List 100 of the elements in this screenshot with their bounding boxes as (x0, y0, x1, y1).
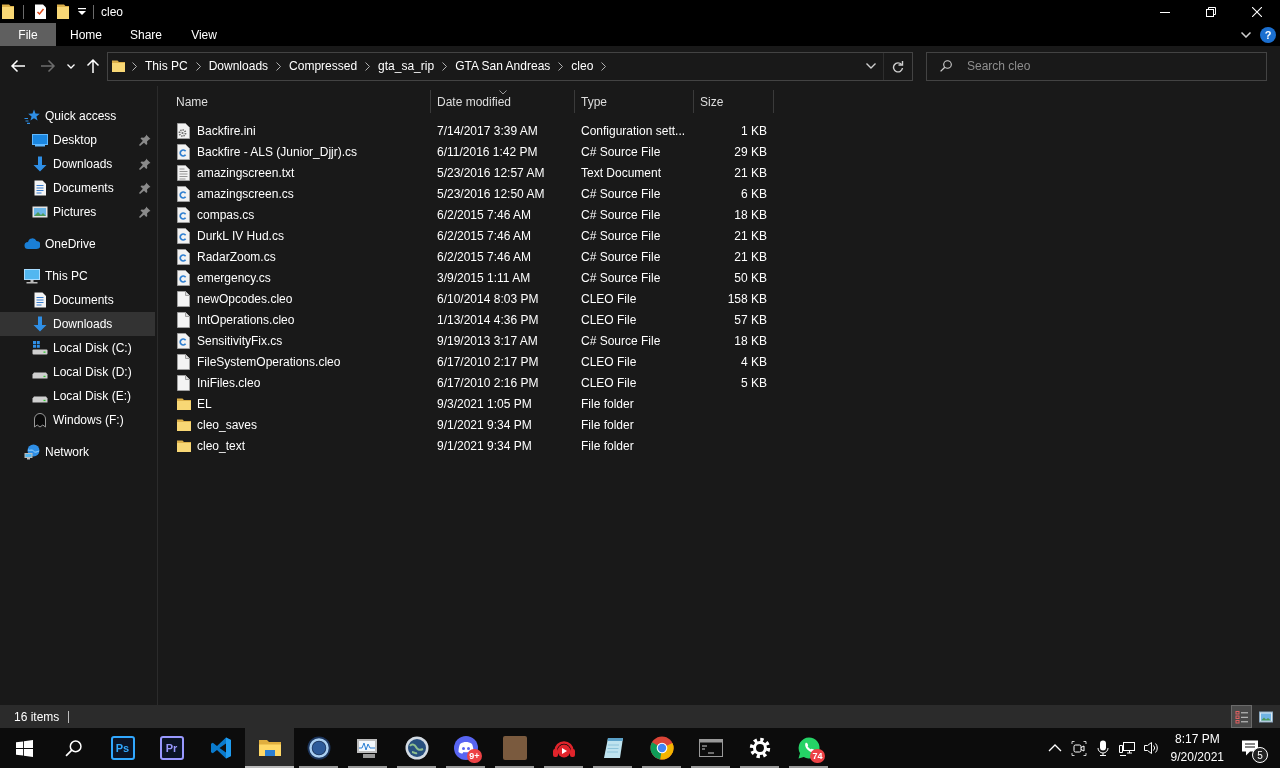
file-name[interactable]: DurkL IV Hud.cs (197, 228, 284, 243)
globe-icon (404, 736, 429, 760)
file-icon (177, 353, 190, 370)
settings-file-icon (177, 122, 190, 139)
file-name[interactable]: emergency.cs (197, 270, 271, 285)
file-name[interactable]: cleo_text (197, 438, 246, 453)
sidebar-item[interactable]: Windows (F:) (0, 408, 155, 432)
file-name[interactable]: cleo_saves (197, 417, 258, 432)
file-type: C# Source File (581, 270, 661, 285)
file-type: CLEO File (581, 291, 637, 306)
column-header[interactable]: Name (169, 90, 431, 113)
search-field[interactable]: Search cleo (926, 51, 1267, 81)
file-name[interactable]: Backfire.ini (197, 123, 256, 138)
column-header[interactable]: Type (575, 90, 694, 113)
sidebar-item[interactable]: Documents (0, 176, 155, 200)
taskbar-button[interactable]: 74 (784, 728, 833, 768)
file-name[interactable]: SensitivityFix.cs (197, 333, 283, 348)
file-type: C# Source File (581, 207, 661, 222)
file-size: 18 KB (734, 207, 767, 222)
search-icon (65, 739, 82, 757)
code-file-icon (177, 269, 190, 286)
file-name[interactable]: compas.cs (197, 207, 255, 222)
date-modified: 9/3/2021 1:05 PM (437, 396, 532, 411)
sidebar-item[interactable]: Documents (0, 288, 155, 312)
breadcrumb[interactable]: gta_sa_rip (374, 53, 439, 79)
sidebar-item[interactable]: Downloads (0, 312, 155, 336)
breadcrumb[interactable]: Compressed (285, 53, 362, 79)
date-modified: 3/9/2015 1:11 AM (437, 270, 531, 285)
taskbar-button[interactable] (245, 728, 294, 768)
column-header[interactable]: Size (694, 90, 774, 113)
sidebar-item[interactable]: Local Disk (C:) (0, 336, 155, 360)
file-size: 21 KB (734, 228, 767, 243)
close-icon (1252, 6, 1262, 17)
file-name[interactable]: EL (197, 396, 212, 411)
file-name[interactable]: RadarZoom.cs (197, 249, 276, 264)
file-name[interactable]: IntOperations.cleo (197, 312, 295, 327)
folder-icon (177, 417, 191, 432)
folder-icon[interactable] (2, 4, 14, 19)
settings-icon (747, 736, 772, 760)
clock-button[interactable]: 8:17 PM 9/20/2021 (1164, 730, 1230, 766)
search-icon (940, 60, 952, 72)
ribbon-tab[interactable]: Share (116, 23, 177, 46)
ghost-icon (32, 412, 48, 428)
file-size: 5 KB (741, 375, 767, 390)
address-bar[interactable]: This PC Downloads Compressed gta_sa_rip GTA San Andreas cleo (107, 51, 913, 81)
file-name[interactable]: amazingscreen.cs (197, 186, 294, 201)
file-type: CLEO File (581, 354, 637, 369)
file-type: Configuration sett... (581, 123, 686, 138)
chevron-right-icon (132, 61, 137, 71)
date-modified: 9/19/2013 3:17 AM (437, 333, 538, 348)
ribbon-tab[interactable]: File (0, 23, 56, 46)
folder-icon (177, 438, 191, 453)
microphone-icon[interactable] (1094, 740, 1111, 756)
sidebar-item[interactable]: Desktop (0, 128, 155, 152)
video-camera-icon[interactable] (1070, 740, 1087, 756)
file-name[interactable]: Backfire - ALS (Junior_Djjr).cs (197, 144, 358, 159)
file-name[interactable]: IniFiles.cleo (197, 375, 261, 390)
ribbon-tab[interactable]: Home (56, 23, 116, 46)
sidebar-item[interactable]: OneDrive (0, 232, 155, 256)
dropdown-icon[interactable] (78, 7, 86, 16)
file-name[interactable]: FileSystemOperations.cleo (197, 354, 341, 369)
sidebar-item[interactable]: Local Disk (E:) (0, 384, 155, 408)
folder-icon[interactable] (57, 4, 69, 19)
drive-icon (32, 371, 48, 379)
file-type: CLEO File (581, 375, 637, 390)
column-header[interactable]: Date modified (431, 90, 575, 113)
details-view-button[interactable] (1231, 705, 1252, 728)
file-size: 18 KB (734, 333, 767, 348)
file-size: 50 KB (734, 270, 767, 285)
breadcrumb[interactable]: Downloads (204, 53, 273, 79)
ribbon-tab[interactable]: View (176, 23, 233, 46)
date-modified: 6/2/2015 7:46 AM (437, 207, 532, 222)
sidebar-item[interactable]: Network (0, 440, 155, 464)
taskbar-button[interactable]: Pr (147, 728, 196, 768)
file-size: 4 KB (741, 354, 767, 369)
breadcrumb[interactable]: This PC (141, 53, 192, 79)
sidebar-item[interactable]: Pictures (0, 200, 155, 224)
chevron-down-icon[interactable] (1241, 31, 1251, 38)
chevron-right-icon (276, 61, 282, 71)
sidebar-item[interactable]: Quick access (0, 104, 155, 128)
pinwheel-icon (649, 736, 674, 760)
breadcrumb[interactable]: GTA San Andreas (451, 53, 555, 79)
help-button[interactable]: ? (1260, 26, 1276, 43)
file-size: 21 KB (734, 165, 767, 180)
file-type: C# Source File (581, 333, 661, 348)
checked-document-icon[interactable] (35, 4, 46, 19)
file-name[interactable]: amazingscreen.txt (197, 165, 295, 180)
sidebar-item[interactable]: This PC (0, 264, 155, 288)
sidebar-item[interactable]: Downloads (0, 152, 155, 176)
taskbar-button[interactable]: 9+ (441, 728, 490, 768)
notifications-button[interactable]: 5 (1230, 728, 1270, 768)
count-badge: 5 (1252, 747, 1268, 763)
cloud-icon (24, 236, 40, 252)
breadcrumb[interactable]: cleo (567, 53, 598, 79)
file-name[interactable]: newOpcodes.cleo (197, 291, 293, 306)
taskbar-button[interactable]: Ps (98, 728, 147, 768)
network-monitor-icon[interactable] (1118, 740, 1135, 756)
file-size: 29 KB (734, 144, 767, 159)
speaker-icon[interactable] (1142, 740, 1159, 756)
sidebar-item[interactable]: Local Disk (D:) (0, 360, 155, 384)
